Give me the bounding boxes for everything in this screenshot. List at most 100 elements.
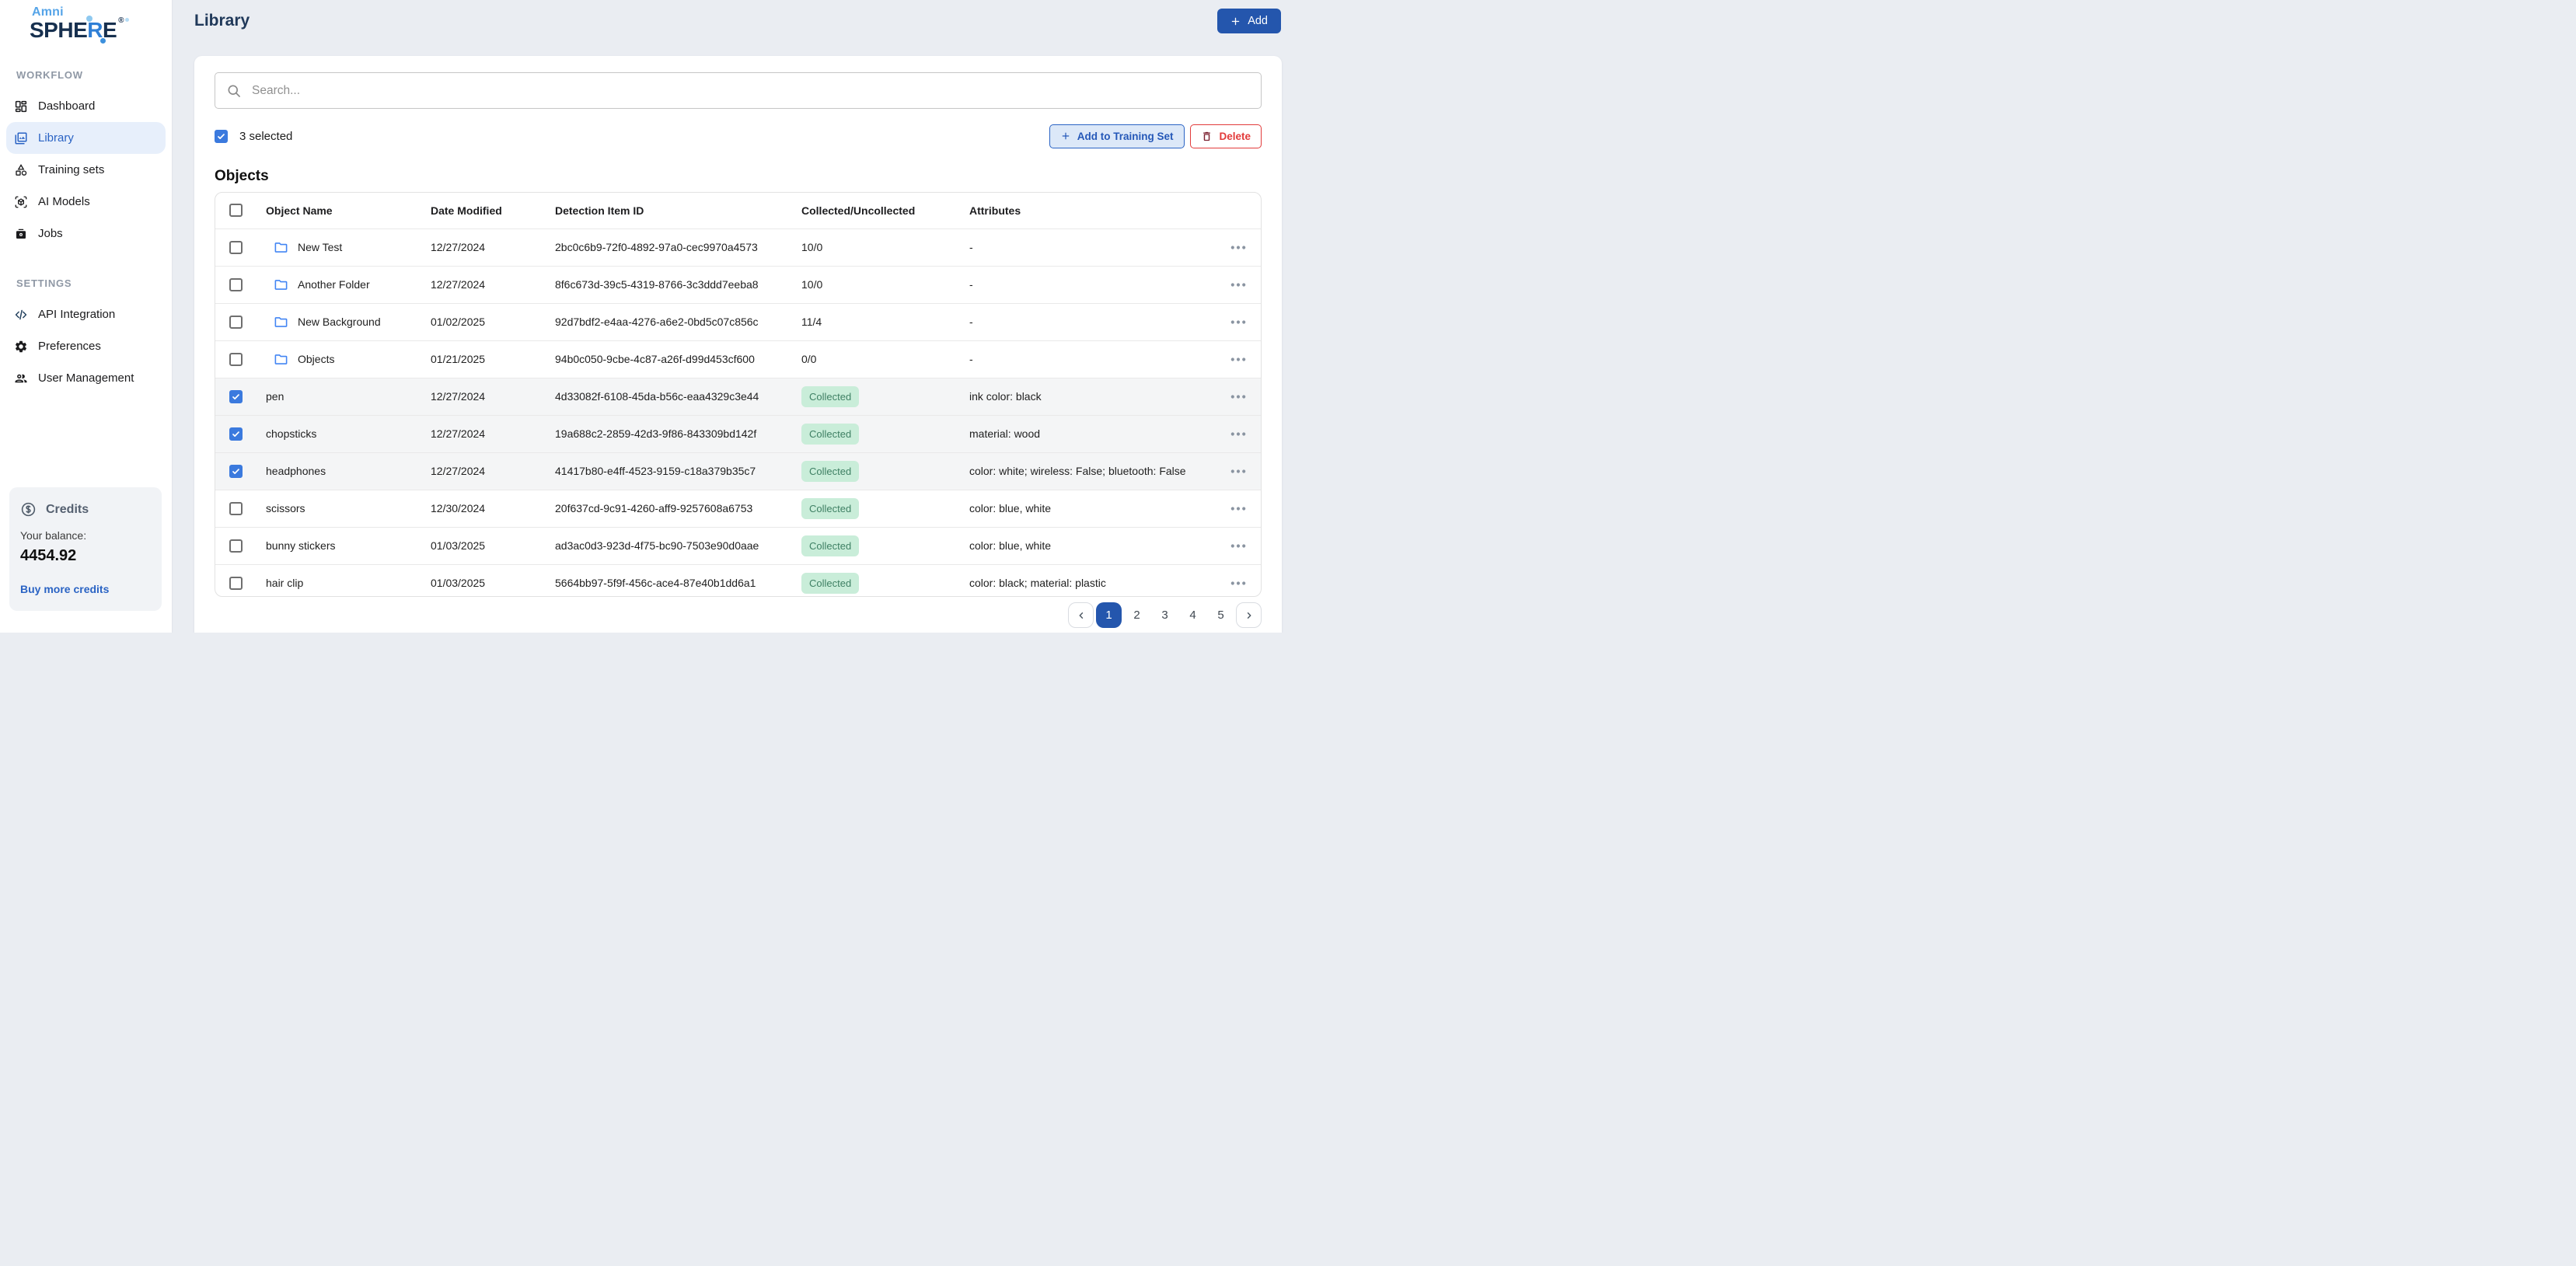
balance-label: Your balance:: [20, 529, 151, 542]
row-checkbox-cell: [215, 577, 266, 590]
row-checkbox[interactable]: [229, 577, 243, 590]
row-menu-button[interactable]: [1226, 426, 1251, 441]
folder-icon: [274, 352, 288, 367]
row-menu-button[interactable]: [1226, 538, 1251, 553]
brand-logo: Amni SPHERE®: [30, 6, 172, 41]
sidebar-item-label: Jobs: [38, 227, 63, 240]
attributes-cell: color: black; material: plastic: [969, 577, 1216, 589]
folder-icon: [274, 277, 288, 292]
table-row-headphones[interactable]: headphones12/27/202441417b80-e4ff-4523-9…: [215, 452, 1261, 490]
table-row-chopsticks[interactable]: chopsticks 12/27/202419a688c2-2859-42d3-9…: [215, 415, 1261, 452]
sidebar-item-api-integration[interactable]: API Integration: [6, 298, 166, 330]
page-button-2[interactable]: 2: [1124, 602, 1150, 628]
row-menu-button[interactable]: [1226, 351, 1251, 367]
previous-page-button[interactable]: [1068, 602, 1094, 628]
sidebar-item-label: User Management: [38, 371, 134, 385]
object-name-label: chopsticks: [266, 427, 316, 440]
detection-item-id-cell: 20f637cd-9c91-4260-aff9-9257608a6753: [555, 502, 801, 514]
delete-button[interactable]: Delete: [1190, 124, 1262, 148]
table-row-pen[interactable]: pen12/27/20244d33082f-6108-45da-b56c-eaa…: [215, 378, 1261, 415]
row-menu-button[interactable]: [1226, 277, 1251, 292]
header-checkbox[interactable]: [229, 204, 243, 217]
row-checkbox-cell: [215, 278, 266, 291]
collected-count: 0/0: [801, 353, 816, 365]
table-row-objects[interactable]: Objects01/21/202594b0c050-9cbe-4c87-a26f…: [215, 340, 1261, 378]
row-checkbox-cell: [215, 390, 266, 403]
detection-item-id-cell: 2bc0c6b9-72f0-4892-97a0-cec9970a4573: [555, 241, 801, 253]
plus-icon: [1230, 16, 1241, 26]
row-menu-button[interactable]: [1226, 463, 1251, 479]
add-to-training-set-button[interactable]: Add to Training Set: [1049, 124, 1185, 148]
object-name-cell: New Test: [266, 240, 431, 255]
attributes-cell: color: blue, white: [969, 502, 1216, 514]
row-checkbox[interactable]: [229, 427, 243, 441]
collected-cell: 0/0: [801, 353, 969, 365]
search-input[interactable]: [250, 83, 1250, 99]
row-checkbox[interactable]: [229, 241, 243, 254]
collected-cell: Collected: [801, 386, 969, 407]
sidebar-item-label: API Integration: [38, 308, 115, 321]
sidebar-item-library[interactable]: Library: [6, 122, 166, 154]
detection-item-id-cell: 94b0c050-9cbe-4c87-a26f-d99d453cf600: [555, 353, 801, 365]
object-name-label: Objects: [298, 353, 334, 365]
attributes-cell: color: blue, white: [969, 539, 1216, 552]
add-button-label: Add: [1248, 15, 1268, 27]
pagination: 12345: [215, 602, 1262, 633]
table-row-hair-clip[interactable]: hair clip01/03/20255664bb97-5f9f-456c-ac…: [215, 564, 1261, 597]
app-root: Amni SPHERE® WORKFLOWDashboardLibraryTra…: [0, 0, 1288, 633]
page-header: Library Add: [173, 0, 1288, 56]
row-menu-button[interactable]: [1226, 239, 1251, 255]
row-checkbox[interactable]: [229, 278, 243, 291]
add-button[interactable]: Add: [1217, 9, 1281, 33]
table-header-row: Object Name Date Modified Detection Item…: [215, 193, 1261, 228]
table-row-bunny-stickers[interactable]: bunny stickers01/03/2025ad3ac0d3-923d-4f…: [215, 527, 1261, 564]
detection-item-id-cell: 19a688c2-2859-42d3-9f86-843309bd142f: [555, 427, 801, 440]
row-checkbox-cell: [215, 502, 266, 515]
sidebar-item-ai-models[interactable]: AI Models: [6, 186, 166, 218]
table-row-new-background[interactable]: New Background01/02/202592d7bdf2-e4aa-42…: [215, 303, 1261, 340]
collected-cell: Collected: [801, 573, 969, 594]
sidebar-item-jobs[interactable]: Jobs: [6, 218, 166, 249]
attributes-cell: material: wood: [969, 427, 1216, 440]
page-button-3[interactable]: 3: [1152, 602, 1178, 628]
row-checkbox[interactable]: [229, 316, 243, 329]
row-checkbox[interactable]: [229, 539, 243, 553]
sidebar-item-training-sets[interactable]: Training sets: [6, 154, 166, 186]
attributes-cell: -: [969, 278, 1216, 291]
page-button-1[interactable]: 1: [1096, 602, 1122, 628]
buy-credits-link[interactable]: Buy more credits: [20, 583, 151, 595]
api-integration-icon: [14, 308, 28, 322]
column-header-attributes: Attributes: [969, 204, 1216, 217]
page-button-4[interactable]: 4: [1180, 602, 1206, 628]
page-button-5[interactable]: 5: [1208, 602, 1234, 628]
row-checkbox[interactable]: [229, 502, 243, 515]
row-menu-button[interactable]: [1226, 500, 1251, 516]
collected-count: 10/0: [801, 241, 822, 253]
table-body: New Test 12/27/2024 2bc0c6b9-72f0-4892-97a…: [215, 228, 1261, 597]
table-row-scissors[interactable]: scissors12/30/202420f637cd-9c91-4260-aff…: [215, 490, 1261, 527]
detection-item-id-cell: ad3ac0d3-923d-4f75-bc90-7503e90d0aae: [555, 539, 801, 552]
select-all-checkbox[interactable]: [215, 130, 228, 143]
sidebar-item-preferences[interactable]: Preferences: [6, 330, 166, 362]
row-menu-button[interactable]: [1226, 314, 1251, 330]
selected-count-label: 3 selected: [239, 130, 292, 143]
user-management-icon: [14, 371, 28, 385]
next-page-button[interactable]: [1236, 602, 1262, 628]
row-menu-button[interactable]: [1226, 389, 1251, 404]
detection-item-id-cell: 4d33082f-6108-45da-b56c-eaa4329c3e44: [555, 390, 801, 403]
collected-badge: Collected: [801, 424, 859, 445]
sidebar-item-user-management[interactable]: User Management: [6, 362, 166, 394]
sidebar-item-dashboard[interactable]: Dashboard: [6, 90, 166, 122]
sidebar-item-label: AI Models: [38, 195, 90, 208]
column-header-object-name: Object Name: [266, 204, 431, 217]
row-checkbox[interactable]: [229, 465, 243, 478]
table-row-new-test[interactable]: New Test12/27/20242bc0c6b9-72f0-4892-97a…: [215, 228, 1261, 266]
table-row-another-folder[interactable]: Another Folder12/27/20248f6c673d-39c5-43…: [215, 266, 1261, 303]
date-modified-cell: 12/27/2024: [431, 427, 555, 440]
row-checkbox[interactable]: [229, 353, 243, 366]
folder-icon: [274, 315, 288, 330]
row-checkbox-cell: [215, 427, 266, 441]
attributes-cell: color: white; wireless: False; bluetooth…: [969, 465, 1216, 477]
row-menu-button[interactable]: [1226, 575, 1251, 591]
row-checkbox[interactable]: [229, 390, 243, 403]
